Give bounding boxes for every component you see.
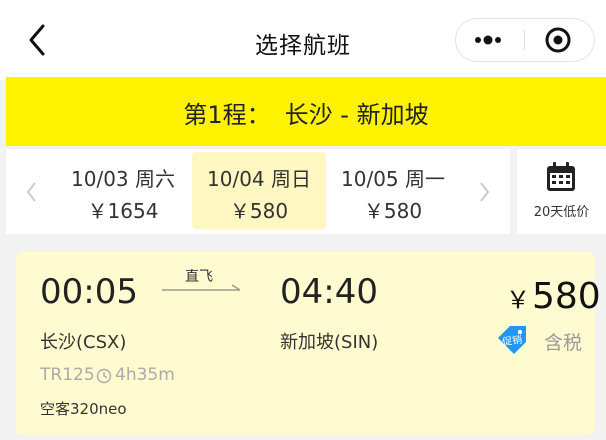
trip-segment-banner: 第1程： 长沙 - 新加坡 bbox=[6, 77, 606, 146]
flight-number: TR125 bbox=[40, 365, 95, 385]
segment-route: 长沙 - 新加坡 bbox=[284, 101, 429, 129]
capsule-divider bbox=[524, 30, 525, 50]
date-option-1005[interactable]: 10/05 周一 ￥580 bbox=[326, 152, 460, 229]
target-circle-icon[interactable] bbox=[526, 19, 594, 61]
date-label: 10/03 周六 bbox=[71, 167, 175, 191]
next-date-arrow-icon[interactable] bbox=[474, 177, 494, 207]
aircraft-type: 空客320neo bbox=[40, 400, 127, 418]
date-price: ￥1654 bbox=[87, 199, 159, 223]
tax-included-label: 含税 bbox=[544, 332, 583, 354]
arrival-city: 新加坡(SIN) bbox=[280, 332, 379, 353]
arrival-time: 04:40 bbox=[280, 272, 378, 312]
promo-label: 促销 bbox=[501, 334, 523, 349]
segment-label: 第1程： bbox=[183, 101, 271, 129]
top-nav-bar: 选择航班 bbox=[0, 0, 606, 80]
departure-time: 00:05 bbox=[40, 272, 138, 312]
mini-program-capsule bbox=[455, 18, 595, 62]
date-option-1003[interactable]: 10/03 周六 ￥1654 bbox=[56, 152, 190, 229]
low-price-calendar-button[interactable]: 20天低价 bbox=[517, 149, 606, 234]
clock-icon bbox=[96, 368, 112, 384]
prev-date-arrow-icon[interactable] bbox=[22, 177, 42, 207]
date-label: 10/04 周日 bbox=[207, 167, 311, 191]
segment-title: 第1程： 长沙 - 新加坡 bbox=[6, 95, 606, 130]
more-dots-icon[interactable] bbox=[456, 19, 524, 61]
currency-symbol: ￥ bbox=[506, 286, 530, 314]
date-selector: 10/03 周六 ￥1654 10/04 周日 ￥580 10/05 周一 ￥5… bbox=[6, 149, 510, 234]
low-price-label: 20天低价 bbox=[533, 205, 590, 220]
flight-arrow-icon bbox=[162, 284, 241, 291]
date-price: ￥580 bbox=[363, 199, 423, 223]
price-value: 580 bbox=[532, 276, 601, 317]
flight-card[interactable]: 00:05 直飞 04:40 长沙(CSX) 新加坡(SIN) ￥580 促销 … bbox=[16, 252, 601, 435]
date-label: 10/05 周一 bbox=[341, 167, 445, 191]
date-price: ￥580 bbox=[229, 199, 289, 223]
date-option-1004[interactable]: 10/04 周日 ￥580 bbox=[192, 152, 326, 229]
calendar-icon bbox=[547, 162, 575, 191]
flight-duration: 4h35m bbox=[115, 365, 175, 385]
flight-price: ￥580 bbox=[506, 276, 601, 317]
departure-city: 长沙(CSX) bbox=[40, 332, 127, 353]
